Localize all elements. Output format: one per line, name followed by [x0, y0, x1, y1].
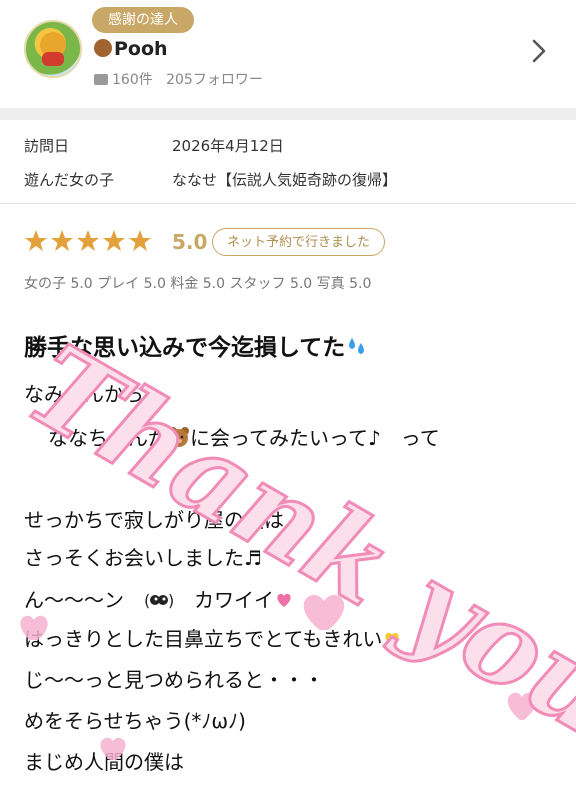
review-line-part: ななちゃんが	[48, 426, 168, 450]
booking-badge: ネット予約で行きました	[212, 228, 386, 256]
review-line-part: さっそくお会いしました	[24, 546, 244, 570]
teddy-bear-icon	[94, 39, 112, 57]
star-icon	[77, 230, 99, 251]
section-divider	[0, 108, 576, 120]
yellow-heart-icon	[382, 629, 402, 654]
svg-text:(: (	[144, 591, 150, 610]
review-title-text: 勝手な思い込みで今迄損してた	[24, 335, 346, 361]
review-line-part: はっきりとした目鼻立ちでとてもきれい	[24, 627, 383, 651]
review-line: ん〜〜〜ン () カワイイ	[24, 584, 294, 615]
review-count: 160件	[112, 72, 153, 88]
star-icon	[103, 230, 125, 251]
divider-line	[0, 203, 576, 204]
review-line: じ〜〜っと見つめられると・・・	[24, 668, 324, 692]
review-line-part: カワイイ	[194, 588, 274, 612]
wide-eyes-icon: ()	[144, 590, 174, 615]
comment-icon	[94, 74, 108, 85]
review-line: はっきりとした目鼻立ちでとてもきれい	[24, 623, 402, 654]
reviewer-stats: 160件 205フォロワー	[94, 69, 263, 89]
reviewer-badge: 感謝の達人	[92, 7, 194, 33]
review-line: ななちゃんが に会ってみたいって♪ って	[48, 422, 440, 453]
teddy-bear-icon	[168, 426, 190, 453]
visit-date-label: 訪問日	[24, 137, 70, 155]
reviewer-name[interactable]: Pooh	[94, 38, 168, 60]
music-note-icon: ♬	[244, 546, 262, 570]
reviewer-profile[interactable]: 感謝の達人 Pooh 160件 205フォロワー	[0, 0, 576, 108]
review-line-part: に会ってみたいって♪ って	[190, 426, 440, 450]
sparkling-heart-icon	[274, 590, 294, 615]
rating-score: 5.0	[172, 230, 208, 254]
review-line: さっそくお会いしました♬	[24, 542, 262, 571]
svg-text:): )	[168, 591, 174, 610]
chevron-right-icon[interactable]	[526, 38, 552, 64]
girl-label: 遊んだ女の子	[24, 171, 115, 189]
visit-date-value: 2026年4月12日	[172, 137, 284, 155]
follower-count: 205フォロワー	[166, 72, 263, 88]
review-line-part: ん〜〜〜ン	[24, 588, 124, 612]
review-line: なみさんから	[24, 382, 144, 406]
star-icon	[129, 230, 151, 251]
sub-scores: 女の子 5.0 プレイ 5.0 料金 5.0 スタッフ 5.0 写真 5.0	[24, 276, 372, 292]
star-icon	[51, 230, 73, 251]
review-title: 勝手な思い込みで今迄損してた	[24, 328, 369, 362]
review-line: まじめ人間の僕は	[24, 750, 184, 774]
star-icon	[25, 230, 47, 251]
star-rating	[25, 230, 151, 251]
reviewer-name-text: Pooh	[114, 38, 168, 60]
girl-value[interactable]: ななせ【伝説人気姫奇跡の復帰】	[172, 169, 397, 190]
avatar[interactable]	[24, 20, 82, 78]
sweat-drops-icon	[349, 338, 365, 354]
review-line: せっかちで寂しがり屋の僕は	[24, 508, 284, 532]
review-line: めをそらせちゃう(*ﾉωﾉ)	[24, 709, 246, 733]
